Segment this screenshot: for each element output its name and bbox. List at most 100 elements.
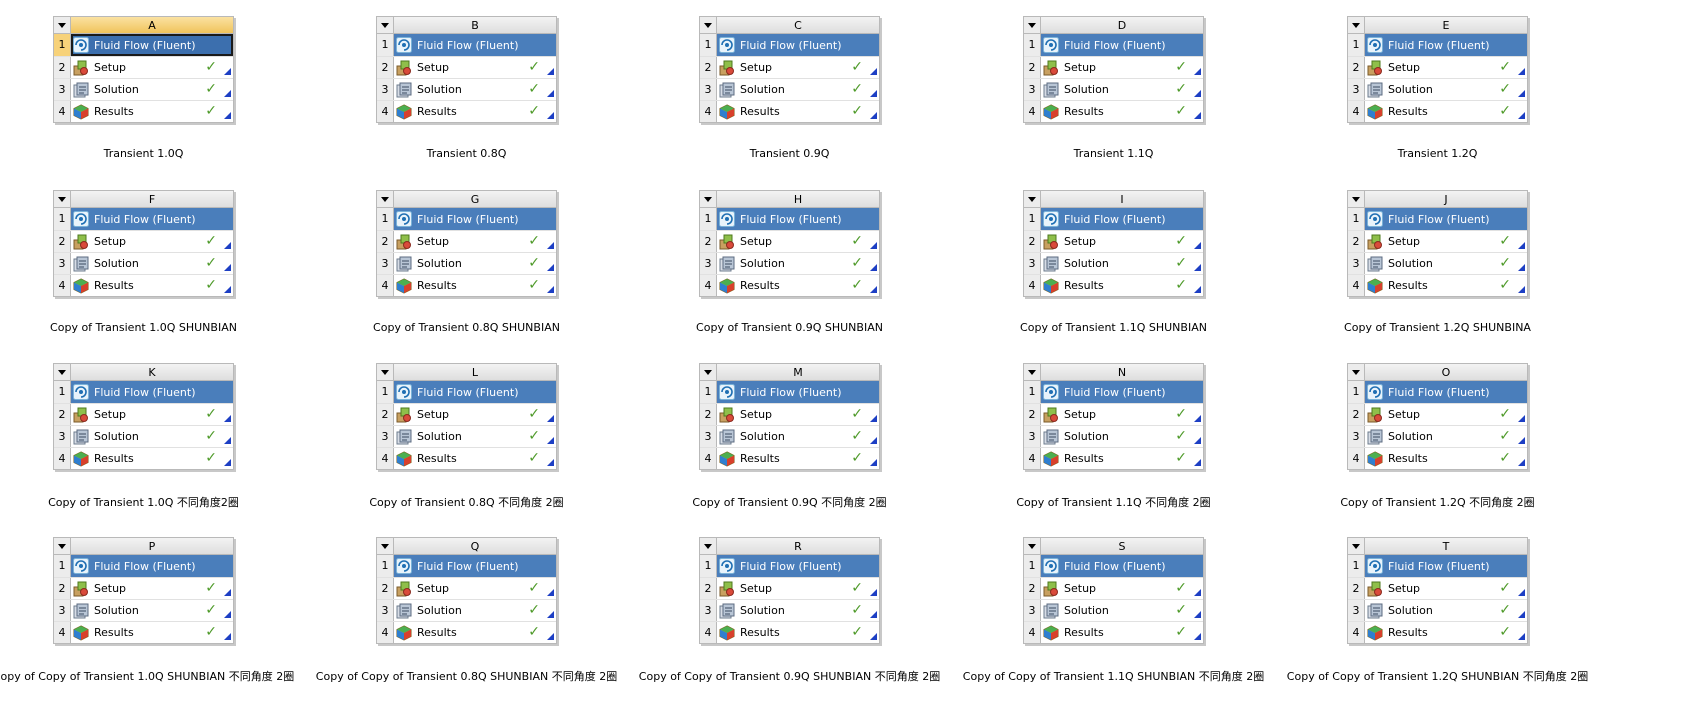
analysis-system-i[interactable]: I 1 Fluid Flow (Fluent) 2 Setup ✓ 3 Solution ✓ 4… — [1020, 190, 1207, 334]
system-caption[interactable]: Copy of Copy of Transient 1.0Q SHUNBIAN … — [0, 668, 294, 684]
connection-handle-icon[interactable] — [224, 90, 231, 97]
system-letter[interactable]: E — [1365, 17, 1527, 34]
connection-handle-icon[interactable] — [224, 415, 231, 422]
component-cell[interactable]: Solution ✓ — [394, 426, 556, 447]
connection-handle-icon[interactable] — [1194, 611, 1201, 618]
component-cell[interactable]: Solution ✓ — [717, 253, 879, 274]
system-menu-dropdown[interactable] — [1024, 538, 1041, 555]
cell-row-solution[interactable]: 3 Solution ✓ — [700, 425, 879, 447]
connection-handle-icon[interactable] — [547, 242, 554, 249]
cell-row-setup[interactable]: 2 Setup ✓ — [700, 403, 879, 425]
component-cell[interactable]: Setup ✓ — [1365, 231, 1527, 252]
cell-row-solution[interactable]: 3 Solution ✓ — [1024, 599, 1203, 621]
system-title-cell[interactable]: Fluid Flow (Fluent) — [717, 381, 879, 403]
analysis-system-m[interactable]: M 1 Fluid Flow (Fluent) 2 Setup ✓ 3 Solution ✓ 4… — [692, 363, 887, 509]
cell-row-setup[interactable]: 2 Setup ✓ — [1024, 403, 1203, 425]
system-caption[interactable]: Copy of Transient 1.1Q SHUNBIAN — [1020, 321, 1207, 334]
system-title-cell[interactable]: Fluid Flow (Fluent) — [71, 208, 233, 230]
component-cell[interactable]: Solution ✓ — [71, 253, 233, 274]
system-title-cell[interactable]: Fluid Flow (Fluent) — [394, 381, 556, 403]
system-menu-dropdown[interactable] — [54, 538, 71, 555]
connection-handle-icon[interactable] — [547, 286, 554, 293]
system-letter[interactable]: T — [1365, 538, 1527, 555]
cell-row-fluid[interactable]: 1 Fluid Flow (Fluent) — [377, 555, 556, 577]
component-cell[interactable]: Solution ✓ — [1365, 426, 1527, 447]
connection-handle-icon[interactable] — [1194, 459, 1201, 466]
connection-handle-icon[interactable] — [1194, 68, 1201, 75]
connection-handle-icon[interactable] — [1194, 437, 1201, 444]
component-cell[interactable]: Setup ✓ — [71, 57, 233, 78]
connection-handle-icon[interactable] — [870, 264, 877, 271]
cell-row-fluid[interactable]: 1 Fluid Flow (Fluent) — [54, 381, 233, 403]
component-cell[interactable]: Solution ✓ — [717, 79, 879, 100]
system-letter[interactable]: Q — [394, 538, 556, 555]
cell-row-fluid[interactable]: 1 Fluid Flow (Fluent) — [377, 208, 556, 230]
connection-handle-icon[interactable] — [547, 415, 554, 422]
component-cell[interactable]: Setup ✓ — [1365, 404, 1527, 425]
cell-row-fluid[interactable]: 1 Fluid Flow (Fluent) — [377, 381, 556, 403]
cell-row-results[interactable]: 4 Results ✓ — [377, 447, 556, 469]
analysis-system-h[interactable]: H 1 Fluid Flow (Fluent) 2 Setup ✓ 3 Solution ✓ 4… — [696, 190, 883, 334]
component-cell[interactable]: Setup ✓ — [71, 231, 233, 252]
component-cell[interactable]: Setup ✓ — [717, 404, 879, 425]
component-cell[interactable]: Solution ✓ — [1041, 253, 1203, 274]
system-caption[interactable]: Copy of Transient 0.8Q SHUNBIAN — [373, 321, 560, 334]
cell-row-setup[interactable]: 2 Setup ✓ — [54, 230, 233, 252]
component-cell[interactable]: Results ✓ — [717, 275, 879, 296]
cell-row-setup[interactable]: 2 Setup ✓ — [54, 577, 233, 599]
cell-row-results[interactable]: 4 Results ✓ — [1348, 447, 1527, 469]
system-menu-dropdown[interactable] — [377, 538, 394, 555]
connection-handle-icon[interactable] — [870, 90, 877, 97]
connection-handle-icon[interactable] — [1194, 589, 1201, 596]
connection-handle-icon[interactable] — [870, 415, 877, 422]
connection-handle-icon[interactable] — [870, 242, 877, 249]
component-cell[interactable]: Setup ✓ — [71, 404, 233, 425]
system-title-cell[interactable]: Fluid Flow (Fluent) — [71, 381, 233, 403]
connection-handle-icon[interactable] — [870, 459, 877, 466]
system-caption[interactable]: Copy of Transient 0.9Q SHUNBIAN — [696, 321, 883, 334]
component-cell[interactable]: Solution ✓ — [71, 79, 233, 100]
analysis-system-t[interactable]: T 1 Fluid Flow (Fluent) 2 Setup ✓ 3 Solution ✓ 4… — [1287, 537, 1588, 683]
cell-row-results[interactable]: 4 Results ✓ — [1348, 100, 1527, 122]
component-cell[interactable]: Results ✓ — [394, 101, 556, 122]
system-letter[interactable]: P — [71, 538, 233, 555]
system-title-cell[interactable]: Fluid Flow (Fluent) — [1041, 208, 1203, 230]
cell-row-setup[interactable]: 2 Setup ✓ — [54, 56, 233, 78]
cell-row-setup[interactable]: 2 Setup ✓ — [700, 230, 879, 252]
component-cell[interactable]: Setup ✓ — [394, 57, 556, 78]
system-menu-dropdown[interactable] — [1348, 191, 1365, 208]
system-menu-dropdown[interactable] — [54, 191, 71, 208]
system-menu-dropdown[interactable] — [377, 17, 394, 34]
component-cell[interactable]: Setup ✓ — [717, 57, 879, 78]
component-cell[interactable]: Setup ✓ — [1365, 578, 1527, 599]
connection-handle-icon[interactable] — [547, 633, 554, 640]
system-title-cell[interactable]: Fluid Flow (Fluent) — [394, 34, 556, 56]
system-menu-dropdown[interactable] — [54, 364, 71, 381]
connection-handle-icon[interactable] — [1194, 264, 1201, 271]
connection-handle-icon[interactable] — [1518, 437, 1525, 444]
system-letter[interactable]: A — [71, 17, 233, 34]
component-cell[interactable]: Solution ✓ — [1041, 426, 1203, 447]
system-caption[interactable]: Copy of Transient 1.2Q 不同角度 2圈 — [1340, 494, 1534, 510]
component-cell[interactable]: Solution ✓ — [1365, 600, 1527, 621]
system-letter[interactable]: B — [394, 17, 556, 34]
component-cell[interactable]: Results ✓ — [1365, 448, 1527, 469]
cell-row-solution[interactable]: 3 Solution ✓ — [377, 252, 556, 274]
connection-handle-icon[interactable] — [870, 611, 877, 618]
connection-handle-icon[interactable] — [224, 633, 231, 640]
cell-row-fluid[interactable]: 1 Fluid Flow (Fluent) — [1348, 381, 1527, 403]
connection-handle-icon[interactable] — [1194, 286, 1201, 293]
component-cell[interactable]: Results ✓ — [71, 448, 233, 469]
cell-row-results[interactable]: 4 Results ✓ — [700, 447, 879, 469]
cell-row-solution[interactable]: 3 Solution ✓ — [700, 599, 879, 621]
cell-row-solution[interactable]: 3 Solution ✓ — [377, 425, 556, 447]
system-letter[interactable]: N — [1041, 364, 1203, 381]
system-caption[interactable]: Copy of Transient 1.0Q 不同角度2圈 — [48, 494, 239, 510]
cell-row-setup[interactable]: 2 Setup ✓ — [700, 577, 879, 599]
cell-row-solution[interactable]: 3 Solution ✓ — [1348, 252, 1527, 274]
system-title-cell[interactable]: Fluid Flow (Fluent) — [71, 34, 233, 56]
component-cell[interactable]: Setup ✓ — [1041, 404, 1203, 425]
cell-row-results[interactable]: 4 Results ✓ — [377, 100, 556, 122]
component-cell[interactable]: Solution ✓ — [1041, 79, 1203, 100]
cell-row-fluid[interactable]: 1 Fluid Flow (Fluent) — [54, 555, 233, 577]
